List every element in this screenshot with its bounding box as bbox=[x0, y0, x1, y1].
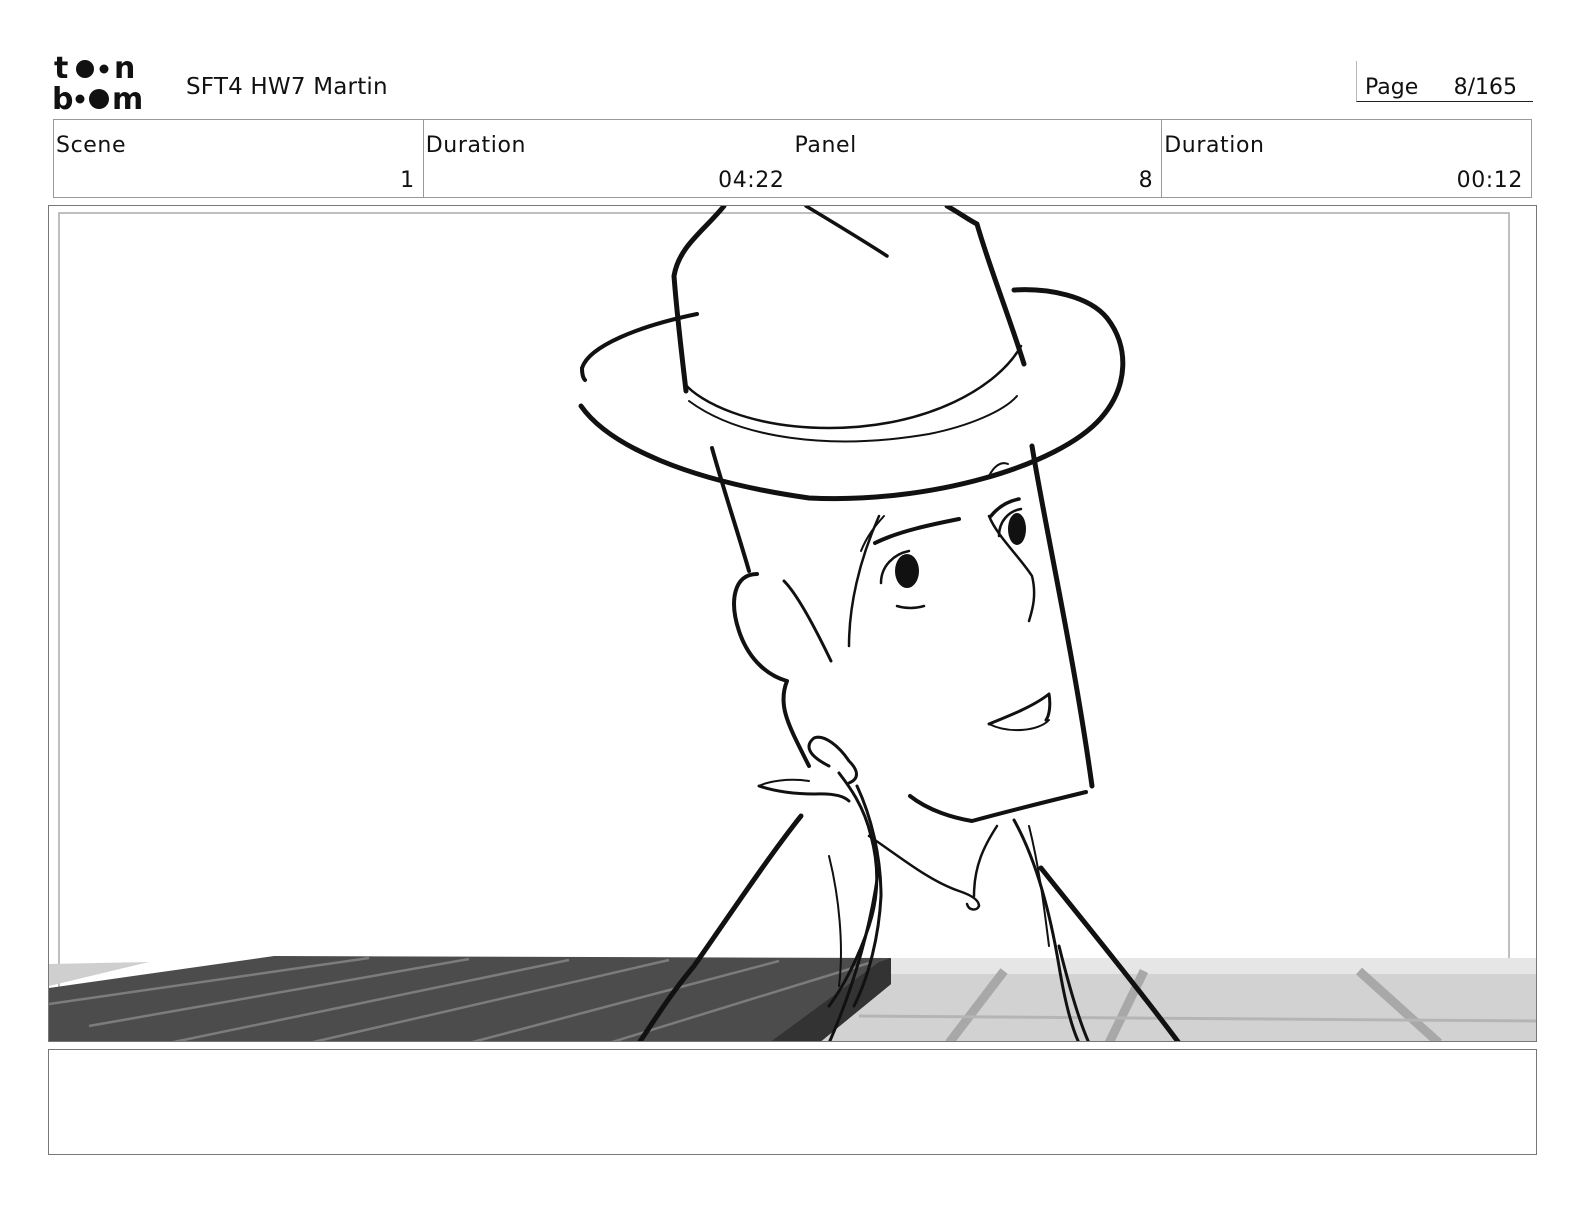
scene-label: Scene bbox=[56, 133, 127, 158]
storyboard-panel-image bbox=[48, 205, 1537, 1042]
svg-text:n: n bbox=[114, 52, 135, 86]
panel-duration-cell: Duration 00:12 bbox=[1162, 120, 1531, 197]
page-indicator: Page 8/165 bbox=[1356, 61, 1533, 102]
scene-duration-value: 04:22 bbox=[718, 168, 785, 193]
toonboom-logo-icon: t n b m bbox=[52, 52, 143, 112]
panel-duration-value: 00:12 bbox=[1456, 168, 1523, 193]
storyboard-sketch-cowboy-icon bbox=[49, 206, 1536, 1041]
scene-cell: Scene 1 bbox=[54, 120, 424, 197]
scene-value: 1 bbox=[400, 168, 415, 193]
svg-text:b: b bbox=[52, 82, 73, 112]
page-number: 8/165 bbox=[1453, 75, 1517, 100]
panel-caption-box bbox=[48, 1049, 1537, 1155]
page-label: Page bbox=[1365, 75, 1419, 100]
svg-text:t: t bbox=[54, 52, 68, 86]
panel-cell: Panel 8 bbox=[793, 120, 1163, 197]
svg-text:m: m bbox=[112, 82, 143, 112]
scene-duration-label: Duration bbox=[425, 133, 527, 158]
panel-value: 8 bbox=[1138, 168, 1154, 193]
scene-duration-cell: Duration 04:22 bbox=[424, 120, 793, 197]
project-title: SFT4 HW7 Martin bbox=[186, 74, 388, 100]
panel-duration-label: Duration bbox=[1164, 133, 1265, 158]
panel-info-row: Scene 1 Duration 04:22 Panel 8 Duration … bbox=[53, 119, 1532, 198]
panel-label: Panel bbox=[794, 133, 857, 158]
